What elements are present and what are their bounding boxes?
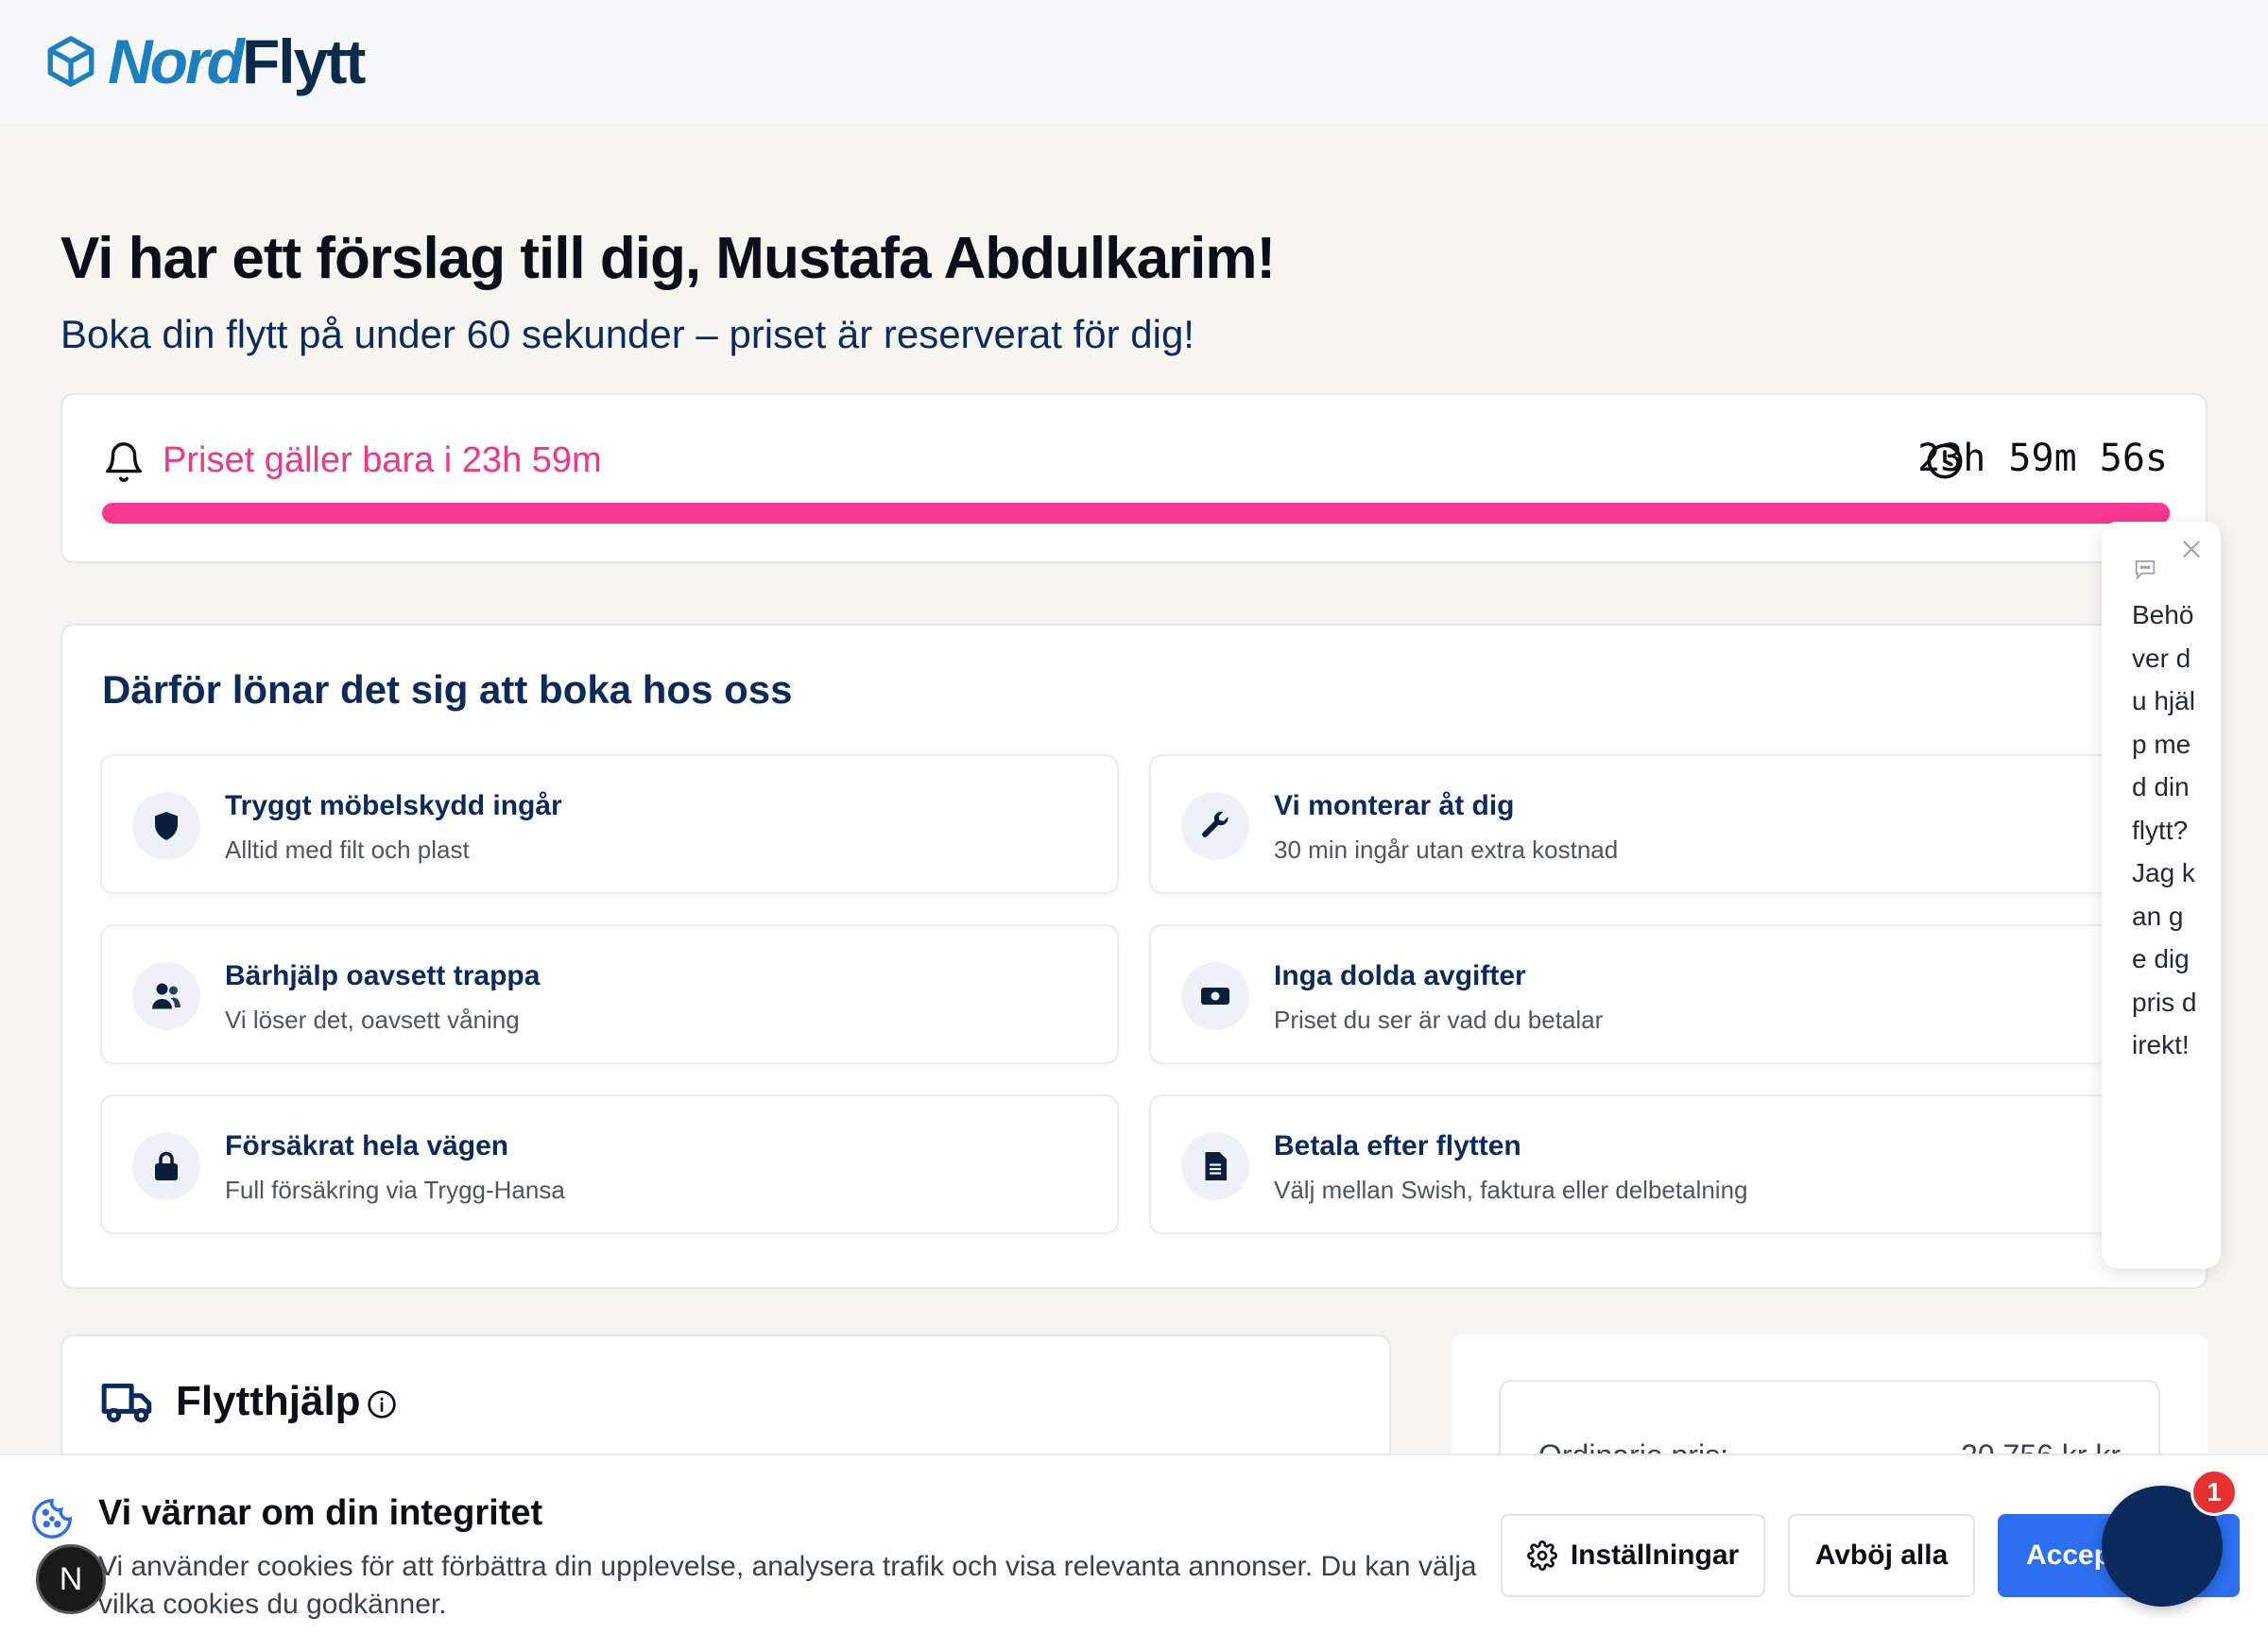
benefit-card: Tryggt möbelskydd ingår Alltid med filt …	[100, 754, 1119, 894]
truck-icon	[101, 1383, 152, 1423]
benefit-card: Inga dolda avgifter Priset du ser är vad…	[1149, 924, 2168, 1064]
benefit-description: Välj mellan Swish, faktura eller delbeta…	[1274, 1176, 1748, 1204]
benefit-title: Vi monterar åt dig	[1274, 790, 1515, 821]
users-icon	[132, 962, 200, 1030]
benefit-title: Tryggt möbelskydd ingår	[225, 790, 562, 821]
page-title: Vi har ett förslag till dig, Mustafa Abd…	[60, 226, 1276, 291]
countdown: 23h 59m 56s	[1917, 437, 2168, 480]
chat-prompt-text: Behöver du hjälp med din flytt? Jag kan …	[2132, 600, 2197, 1059]
box-icon	[47, 35, 94, 87]
benefit-card: Vi monterar åt dig 30 min ingår utan ext…	[1149, 754, 2168, 894]
shield-icon	[132, 792, 200, 860]
benefit-title: Betala efter flytten	[1274, 1130, 1521, 1162]
brand-name-part1: Nord	[108, 26, 245, 96]
timer-progress-fill	[102, 503, 2170, 524]
benefit-description: Vi löser det, oavsett våning	[225, 1006, 520, 1034]
close-icon[interactable]	[2179, 537, 2204, 561]
lock-icon	[132, 1132, 200, 1200]
site-header: Nord Flytt	[0, 0, 2268, 122]
notification-count-badge: 1	[2191, 1469, 2238, 1516]
cookie-consent-banner: Vi värnar om din integritet Vi använder …	[0, 1454, 2268, 1652]
benefit-description: Priset du ser är vad du betalar	[1274, 1006, 1604, 1034]
benefit-description: Full försäkring via Trygg-Hansa	[225, 1176, 565, 1204]
benefit-card: Försäkrat hela vägen Full försäkring via…	[100, 1094, 1119, 1234]
timer-progress-bar	[102, 503, 2172, 524]
bell-icon	[106, 442, 142, 482]
brand-logo[interactable]: Nord Flytt	[43, 26, 366, 97]
benefits-section: Därför lönar det sig att boka hos oss Tr…	[60, 624, 2208, 1289]
document-icon	[1181, 1132, 1249, 1200]
dev-tools-badge[interactable]: N	[36, 1544, 106, 1614]
benefits-title: Därför lönar det sig att boka hos oss	[102, 667, 793, 712]
benefit-card: Bärhjälp oavsett trappa Vi löser det, oa…	[100, 924, 1119, 1064]
cookie-description: Vi använder cookies för att förbättra di…	[98, 1551, 1477, 1620]
cookie-settings-button[interactable]: Inställningar	[1501, 1514, 1765, 1597]
cookie-reject-button[interactable]: Avböj alla	[1788, 1514, 1975, 1597]
benefit-description: Alltid med filt och plast	[225, 835, 470, 864]
gear-icon	[1526, 1540, 1557, 1571]
page-subtitle: Boka din flytt på under 60 sekunder – pr…	[60, 312, 1194, 356]
timer-label: Priset gäller bara i 23h 59m	[163, 440, 602, 480]
money-icon	[1181, 962, 1249, 1030]
chat-prompt-bubble[interactable]: Behöver du hjälp med din flytt? Jag kan …	[2102, 522, 2221, 1268]
chat-icon	[2135, 559, 2156, 580]
benefit-card: Betala efter flytten Välj mellan Swish, …	[1149, 1094, 2168, 1234]
benefit-title: Inga dolda avgifter	[1274, 960, 1526, 991]
benefit-description: 30 min ingår utan extra kostnad	[1274, 835, 1619, 864]
info-icon[interactable]	[367, 1389, 397, 1420]
price-timer-card: Priset gäller bara i 23h 59m 23h 59m 56s	[60, 393, 2208, 563]
cookie-settings-label: Inställningar	[1570, 1540, 1740, 1571]
move-service-title: Flytthjälp	[176, 1378, 361, 1424]
benefit-title: Bärhjälp oavsett trappa	[225, 960, 541, 991]
cookie-icon	[32, 1499, 72, 1539]
benefit-title: Försäkrat hela vägen	[225, 1130, 509, 1162]
cookie-title: Vi värnar om din integritet	[98, 1493, 543, 1533]
wrench-icon	[1181, 792, 1249, 860]
brand-name-part2: Flytt	[241, 26, 366, 96]
